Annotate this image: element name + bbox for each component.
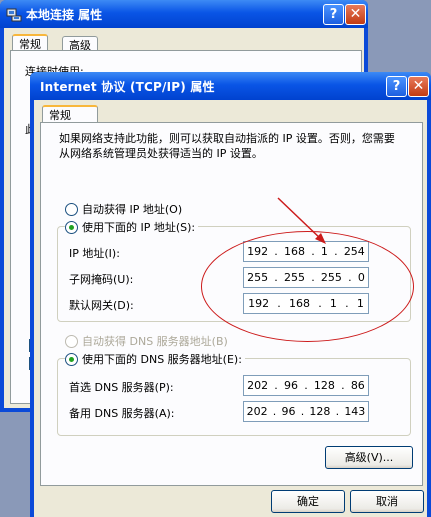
annotation-arrow-icon <box>277 197 326 244</box>
